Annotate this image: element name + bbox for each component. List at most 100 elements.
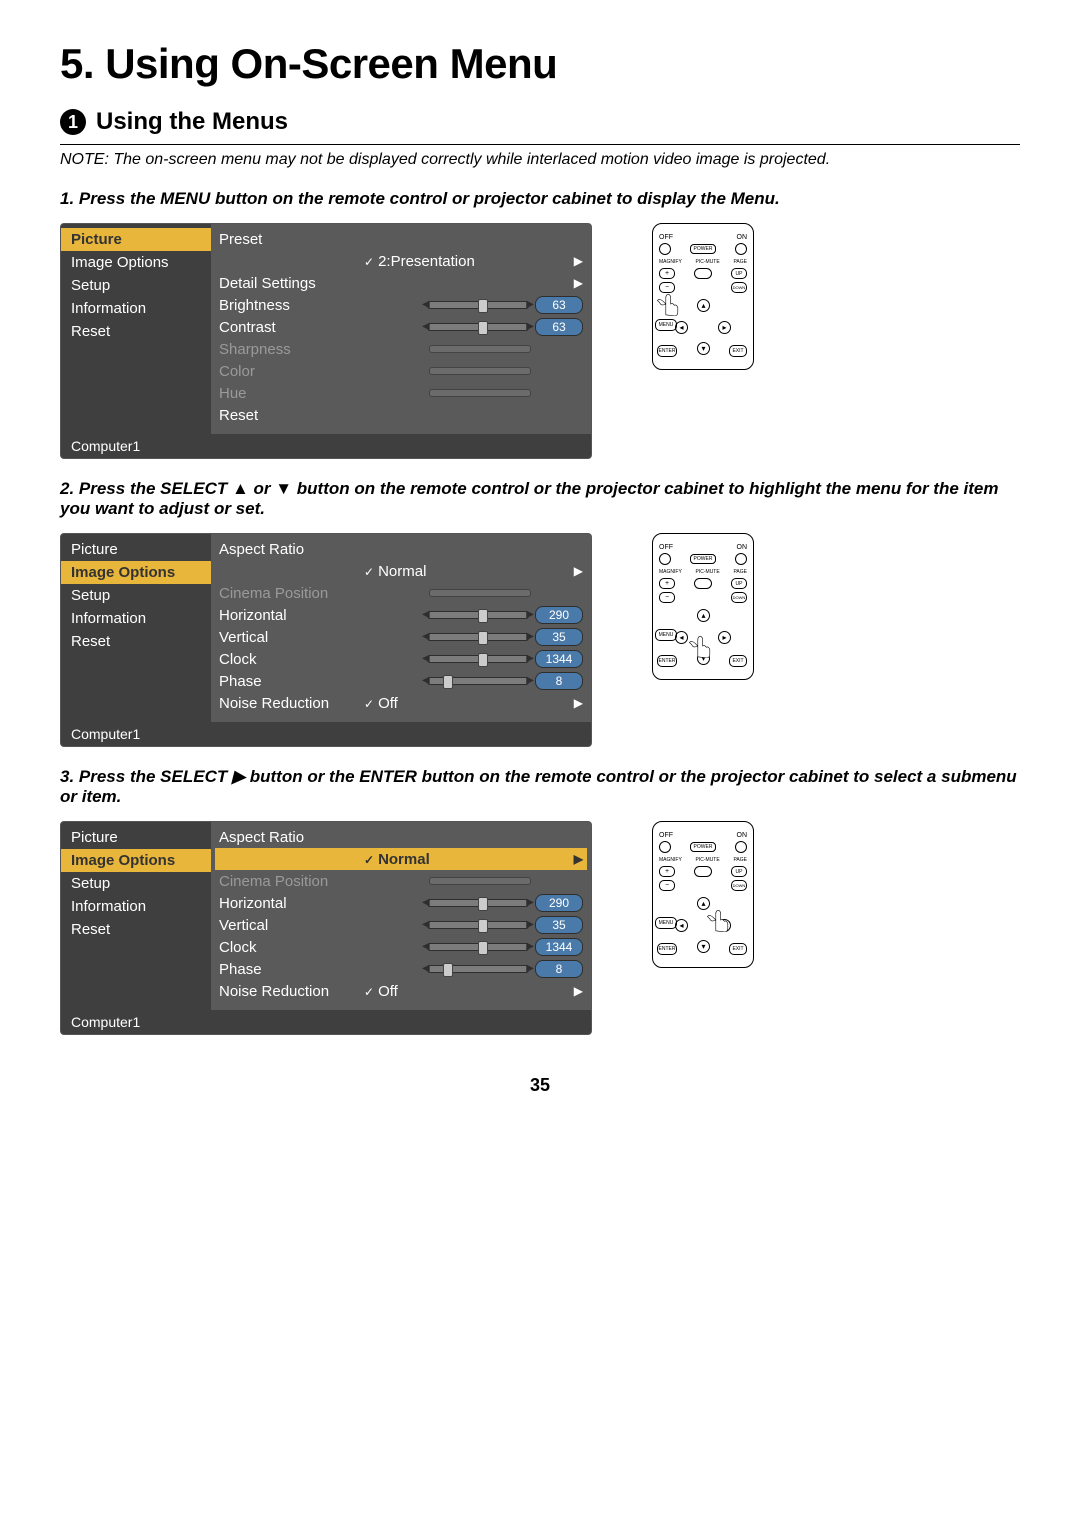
osd-row-label: Color	[219, 363, 364, 380]
osd-row-label: Brightness	[219, 297, 364, 314]
remote-down-button: ▾	[697, 652, 710, 665]
osd-row: Noise ReductionOff▶	[219, 692, 583, 714]
osd-row-label: Cinema Position	[219, 873, 364, 890]
osd-row-label: Phase	[219, 961, 364, 978]
osd-nav-item: Setup	[61, 872, 211, 895]
note-text: NOTE: The on-screen menu may not be disp…	[60, 151, 1020, 169]
osd-screenshot-3: PictureImage OptionsSetupInformationRese…	[60, 821, 592, 1035]
remote-enter-button: ENTER	[657, 655, 677, 667]
osd-nav-item: Information	[61, 607, 211, 630]
osd-screenshot-1: PictureImage OptionsSetupInformationRese…	[60, 223, 592, 459]
remote-off-button	[659, 243, 671, 255]
osd-nav-item: Image Options	[61, 561, 211, 584]
remote-enter-button: ENTER	[657, 943, 677, 955]
osd-row: Clock◀▶1344	[219, 648, 583, 670]
osd-row-value: Off	[378, 695, 398, 712]
slider-icon	[429, 367, 531, 375]
osd-row: Aspect Ratio	[219, 826, 583, 848]
page-number: 35	[60, 1075, 1020, 1096]
check-icon	[364, 563, 378, 580]
remote-magnify-minus-button: −	[659, 592, 675, 603]
osd-nav: PictureImage OptionsSetupInformationRese…	[61, 822, 211, 1010]
remote-page-down-button: DOWN	[731, 880, 747, 891]
osd-status-bar: Computer1	[61, 722, 591, 746]
slider-icon	[429, 345, 531, 353]
osd-screenshot-2: PictureImage OptionsSetupInformationRese…	[60, 533, 592, 747]
remote-page-up-button: UP	[731, 866, 747, 877]
slider-icon: ◀▶	[427, 655, 529, 663]
remote-page-down-button: DOWN	[731, 592, 747, 603]
remote-picmute-button	[694, 268, 712, 279]
check-icon	[364, 851, 378, 868]
remote-on-button	[735, 553, 747, 565]
osd-row: Preset	[219, 228, 583, 250]
osd-row-label: Contrast	[219, 319, 364, 336]
check-icon	[364, 695, 378, 712]
slider-icon: ◀▶	[427, 677, 529, 685]
section-heading: 1 Using the Menus	[60, 108, 1020, 136]
osd-row-label: Noise Reduction	[219, 983, 364, 1000]
remote-magnify-label: MAGNIFY	[659, 259, 682, 265]
osd-nav: PictureImage OptionsSetupInformationRese…	[61, 534, 211, 722]
remote-magnify-plus-button: +	[659, 866, 675, 877]
slider-icon: ◀▶	[427, 633, 529, 641]
osd-row: Reset	[219, 404, 583, 426]
remote-enter-button: ENTER	[657, 345, 677, 357]
remote-picmute-button	[694, 578, 712, 589]
arrow-right-icon: ▶	[567, 852, 583, 866]
slider-icon: ◀▶	[427, 965, 529, 973]
remote-power-label: POWER	[690, 842, 716, 852]
remote-on-button	[735, 841, 747, 853]
osd-row: Sharpness	[219, 338, 583, 360]
check-icon	[364, 983, 378, 1000]
osd-row-value: Normal	[378, 851, 430, 868]
osd-row-label: Vertical	[219, 917, 364, 934]
remote-magnify-plus-button: +	[659, 268, 675, 279]
osd-row: Horizontal◀▶290	[219, 604, 583, 626]
osd-row: Phase◀▶8	[219, 670, 583, 692]
osd-nav-item: Information	[61, 895, 211, 918]
value-pill: 63	[535, 318, 583, 336]
remote-page-down-button: DOWN	[731, 282, 747, 293]
osd-row-value: Normal	[378, 563, 426, 580]
value-pill: 290	[535, 894, 583, 912]
remote-page-label: PAGE	[733, 857, 747, 863]
remote-picmute-button	[694, 866, 712, 877]
osd-row: Aspect Ratio	[219, 538, 583, 560]
remote-off-label: OFF	[659, 544, 673, 551]
osd-nav-item: Picture	[61, 826, 211, 849]
osd-nav-item: Image Options	[61, 849, 211, 872]
remote-picmute-label: PIC-MUTE	[696, 569, 720, 575]
step-2-text: 2. Press the SELECT ▲ or ▼ button on the…	[60, 479, 1020, 519]
step-3-text: 3. Press the SELECT ▶ button or the ENTE…	[60, 767, 1020, 807]
value-pill: 1344	[535, 650, 583, 668]
slider-icon	[429, 877, 531, 885]
remote-magnify-minus-button: −	[659, 880, 675, 891]
osd-row-label: Horizontal	[219, 895, 364, 912]
osd-row-value: 2:Presentation	[378, 253, 475, 270]
remote-menu-button: MENU	[655, 629, 677, 641]
value-pill: 35	[535, 628, 583, 646]
value-pill: 1344	[535, 938, 583, 956]
osd-row-label: Phase	[219, 673, 364, 690]
osd-nav-item: Information	[61, 297, 211, 320]
osd-row: Phase◀▶8	[219, 958, 583, 980]
remote-left-button: ◂	[675, 919, 688, 932]
remote-off-button	[659, 553, 671, 565]
slider-icon: ◀▶	[427, 323, 529, 331]
remote-dpad: MENU ▴ ▾ ◂ ▸ ENTER EXIT	[675, 897, 731, 953]
divider	[60, 144, 1020, 145]
value-pill: 35	[535, 916, 583, 934]
osd-main: Preset2:Presentation▶Detail Settings▶Bri…	[211, 224, 591, 434]
osd-row: Horizontal◀▶290	[219, 892, 583, 914]
remote-magnify-label: MAGNIFY	[659, 857, 682, 863]
osd-row: Hue	[219, 382, 583, 404]
remote-menu-button: MENU	[655, 917, 677, 929]
osd-row: Vertical◀▶35	[219, 626, 583, 648]
osd-row: Noise ReductionOff▶	[219, 980, 583, 1002]
osd-nav-item: Reset	[61, 630, 211, 653]
remote-right-button: ▸	[718, 919, 731, 932]
remote-left-button: ◂	[675, 321, 688, 334]
remote-right-button: ▸	[718, 631, 731, 644]
remote-up-button: ▴	[697, 609, 710, 622]
